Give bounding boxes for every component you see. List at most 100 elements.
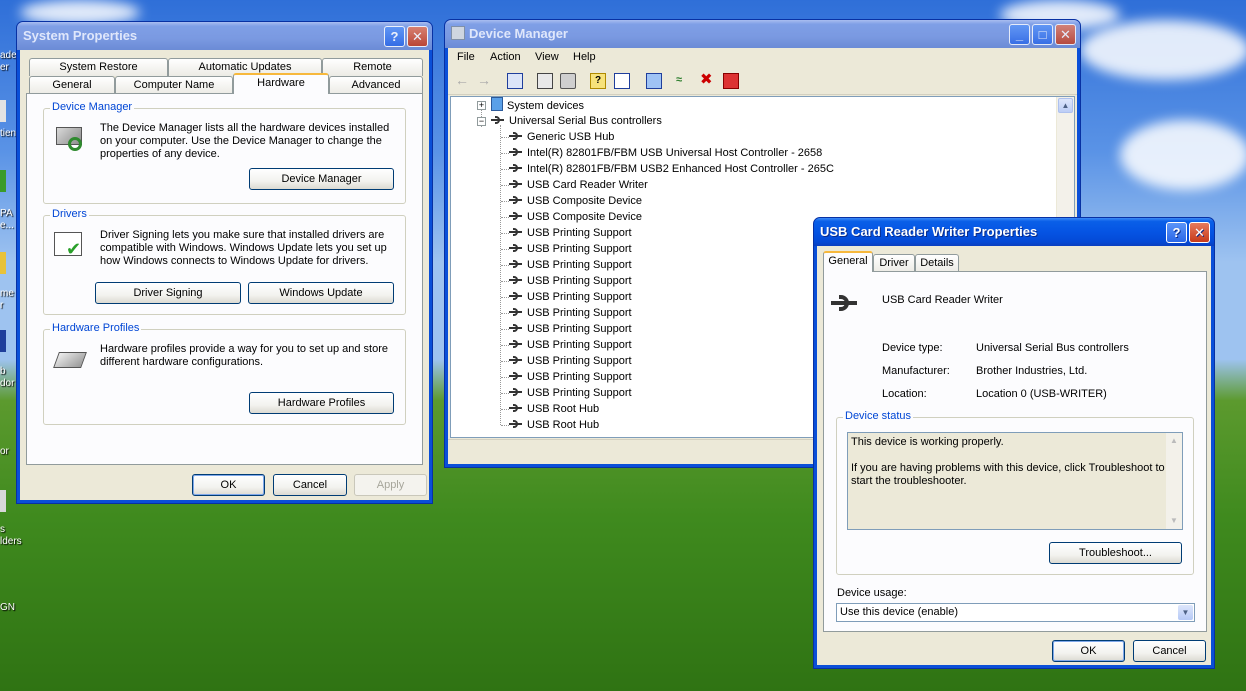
ok-button[interactable]: OK [192, 474, 265, 496]
tab-driver[interactable]: Driver [873, 254, 915, 272]
tree-node-usb-device[interactable]: USB Composite Device [509, 209, 642, 225]
tab-details[interactable]: Details [915, 254, 959, 272]
desktop-icon[interactable] [0, 252, 6, 274]
tree-node-usb-device[interactable]: USB Printing Support [509, 305, 632, 321]
tree-node-usb-device[interactable]: USB Printing Support [509, 225, 632, 241]
cancel-button[interactable]: Cancel [273, 474, 347, 496]
device-usage-select[interactable]: Use this device (enable) ▼ [836, 603, 1195, 622]
close-button[interactable]: ✕ [1189, 222, 1210, 243]
desktop-icon-label: r [0, 300, 4, 311]
tree-node-usb-device[interactable]: Intel(R) 82801FB/FBM USB Universal Host … [509, 145, 822, 161]
forward-arrow-icon[interactable]: → [477, 73, 493, 89]
tab-remote[interactable]: Remote [322, 58, 423, 76]
desktop-icon-label: me [0, 288, 14, 299]
desktop-icon-label: tien [0, 128, 17, 139]
driver-signing-button[interactable]: Driver Signing [95, 282, 241, 304]
tree-node-usb-device[interactable]: USB Composite Device [509, 193, 642, 209]
help-icon[interactable]: ? [590, 73, 606, 89]
status-scrollbar[interactable]: ▲ ▼ [1166, 433, 1182, 529]
group-label: Device Manager [50, 101, 135, 113]
tree-node-label: USB Composite Device [527, 211, 642, 223]
minimize-button[interactable]: _ [1009, 24, 1030, 45]
tree-node-usb-device[interactable]: USB Root Hub [509, 401, 599, 417]
tab-general[interactable]: General [823, 251, 873, 272]
disable-icon[interactable] [723, 73, 739, 89]
menu-view[interactable]: View [535, 51, 559, 63]
tree-node-usb-device[interactable]: Generic USB Hub [509, 129, 614, 145]
tab-general[interactable]: General [29, 76, 115, 94]
tree-node-usb-device[interactable]: USB Printing Support [509, 337, 632, 353]
tree-node-label: Intel(R) 82801FB/FBM USB Universal Host … [527, 147, 823, 159]
print-icon[interactable] [560, 73, 576, 89]
device-type-label: Device type: [882, 342, 943, 354]
desktop-icon[interactable] [0, 170, 6, 192]
windows-update-button[interactable]: Windows Update [248, 282, 394, 304]
hardware-profiles-icon [53, 346, 87, 372]
usb-icon [509, 355, 523, 365]
tab-hardware[interactable]: Hardware [233, 73, 329, 94]
desktop-icon-label: or [0, 446, 9, 457]
cancel-button[interactable]: Cancel [1133, 640, 1206, 662]
tree-node-usb-device[interactable]: USB Root Hub [509, 417, 599, 433]
tree-node-usb-device[interactable]: USB Printing Support [509, 241, 632, 257]
desktop-icon[interactable] [0, 100, 6, 122]
tree-node-usb-device[interactable]: USB Printing Support [509, 257, 632, 273]
tree-node-usb-device[interactable]: Intel(R) 82801FB/FBM USB2 Enhanced Host … [509, 161, 834, 177]
desktop-icon[interactable] [0, 490, 6, 512]
tab-system-restore[interactable]: System Restore [29, 58, 168, 76]
hardware-profiles-button[interactable]: Hardware Profiles [249, 392, 394, 414]
help-button[interactable]: ? [1166, 222, 1187, 243]
desktop-icon[interactable] [0, 330, 6, 352]
export-icon[interactable] [614, 73, 630, 89]
tree-node-usb-device[interactable]: USB Printing Support [509, 289, 632, 305]
usb-icon [509, 419, 523, 429]
usb-properties-titlebar[interactable]: USB Card Reader Writer Properties ? ✕ [814, 218, 1214, 246]
tree-node-usb-device[interactable]: USB Printing Support [509, 369, 632, 385]
window-title: USB Card Reader Writer Properties [820, 224, 1038, 239]
tree-node-label: USB Printing Support [527, 259, 632, 271]
tree-node-label: Generic USB Hub [527, 131, 615, 143]
scan-hardware-icon[interactable] [646, 73, 662, 89]
tree-node-usb-device[interactable]: USB Printing Support [509, 273, 632, 289]
back-arrow-icon[interactable]: ← [455, 73, 471, 89]
collapse-usb-controllers[interactable]: − [477, 117, 486, 126]
usb-properties-client: General Driver Details USB Card Reader W… [817, 246, 1211, 665]
tab-advanced[interactable]: Advanced [329, 76, 423, 94]
tree-node-usb-device[interactable]: USB Printing Support [509, 353, 632, 369]
close-button[interactable]: ✕ [1055, 24, 1076, 45]
usb-icon [509, 227, 523, 237]
menu-action[interactable]: Action [490, 51, 521, 63]
properties-icon[interactable] [537, 73, 553, 89]
tab-computer-name[interactable]: Computer Name [115, 76, 233, 94]
update-driver-icon[interactable]: ≈ [676, 73, 692, 89]
desktop-icon-label: GN [0, 602, 15, 613]
device-manager-button[interactable]: Device Manager [249, 168, 394, 190]
maximize-button[interactable]: □ [1032, 24, 1053, 45]
device-manager-titlebar[interactable]: Device Manager _ □ ✕ [445, 20, 1080, 48]
scroll-up-button[interactable]: ▲ [1058, 98, 1073, 113]
desktop-icon-label: er [0, 62, 9, 73]
desktop-icon-label: ade [0, 50, 17, 61]
apply-button[interactable]: Apply [354, 474, 427, 496]
tree-node-usb-controllers[interactable]: Universal Serial Bus controllers [491, 113, 662, 129]
menu-file[interactable]: File [457, 51, 475, 63]
uninstall-icon[interactable]: ✖ [700, 72, 716, 89]
tree-node-system-devices[interactable]: System devices [491, 97, 584, 113]
chevron-down-icon[interactable]: ▼ [1178, 605, 1193, 620]
tree-node-usb-device[interactable]: USB Printing Support [509, 385, 632, 401]
console-tree-icon[interactable] [507, 73, 523, 89]
system-properties-client: System Restore Automatic Updates Remote … [20, 50, 429, 500]
troubleshoot-button[interactable]: Troubleshoot... [1049, 542, 1182, 564]
status-line-1: This device is working properly. [851, 436, 1004, 448]
expand-system-devices[interactable]: + [477, 101, 486, 110]
tree-node-usb-device[interactable]: USB Printing Support [509, 321, 632, 337]
usb-properties-window: USB Card Reader Writer Properties ? ✕ Ge… [813, 217, 1215, 669]
ok-button[interactable]: OK [1052, 640, 1125, 662]
manufacturer-label: Manufacturer: [882, 365, 950, 377]
tree-node-label: USB Printing Support [527, 291, 632, 303]
tree-node-usb-device[interactable]: USB Card Reader Writer [509, 177, 648, 193]
system-properties-titlebar[interactable]: System Properties ? ✕ [17, 22, 432, 50]
help-button[interactable]: ? [384, 26, 405, 47]
close-button[interactable]: ✕ [407, 26, 428, 47]
menu-help[interactable]: Help [573, 51, 596, 63]
